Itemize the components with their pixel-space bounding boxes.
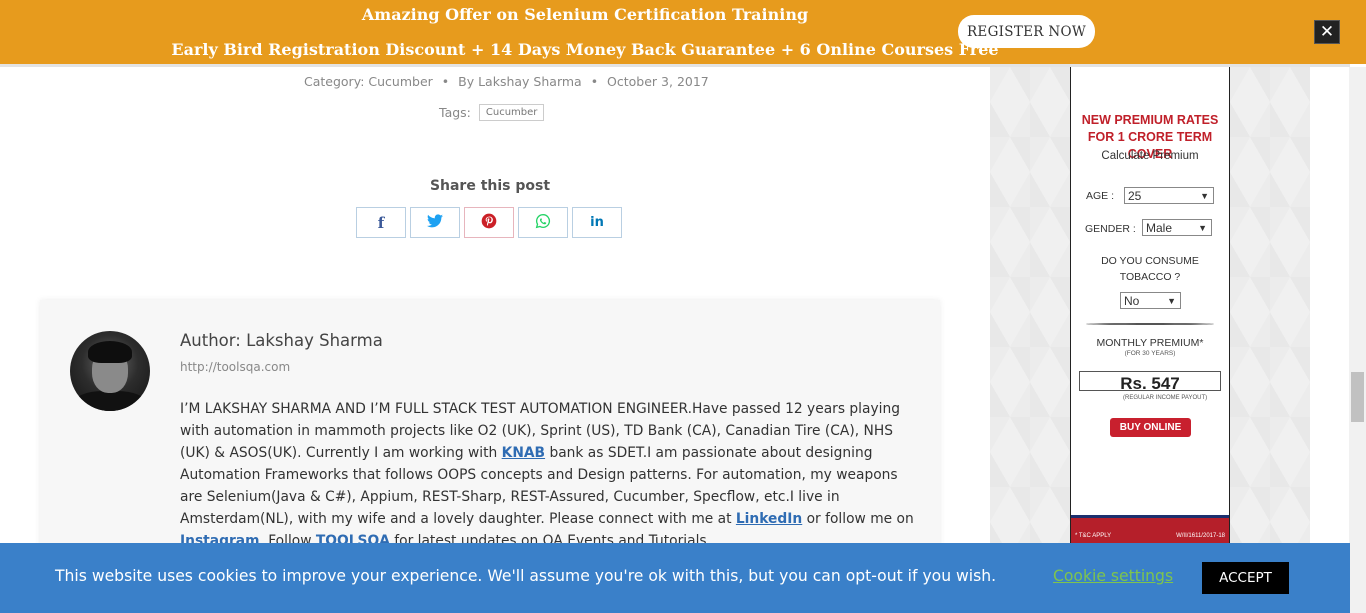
- ad-headline-line: NEW PREMIUM RATES: [1081, 113, 1219, 127]
- author-website-link[interactable]: http://toolsqa.com: [180, 360, 290, 374]
- twitter-icon: [427, 213, 443, 232]
- page: Amazing Offer on Selenium Certification …: [0, 0, 1366, 613]
- scrollbar-thumb[interactable]: [1351, 372, 1364, 422]
- share-whatsapp-button[interactable]: [518, 207, 568, 238]
- scrollbar-track[interactable]: [1349, 67, 1366, 613]
- author-bio: I’M LAKSHAY SHARMA AND I’M FULL STACK TE…: [180, 398, 920, 552]
- close-icon[interactable]: ✕: [1314, 20, 1340, 44]
- post-tags: Tags: Cucumber: [439, 104, 545, 121]
- whatsapp-icon: [535, 213, 551, 233]
- ad-gender-value: Male: [1146, 220, 1173, 235]
- ad-monthly-label: MONTHLY PREMIUM*: [1096, 337, 1204, 349]
- tags-label: Tags:: [439, 105, 471, 120]
- ad-payout-label: (REGULAR INCOME PAYOUT): [1123, 395, 1208, 401]
- category-label: Category:: [304, 74, 365, 89]
- ad-code-label: W/II/1611/2017-18: [1176, 533, 1225, 539]
- knab-link[interactable]: KNAB: [502, 445, 545, 461]
- ad-premium-amount: Rs. 547: [1079, 371, 1221, 391]
- facebook-icon: f: [377, 213, 385, 232]
- cookie-message: This website uses cookies to improve you…: [55, 567, 997, 585]
- banner-divider: [0, 64, 1350, 67]
- share-linkedin-button[interactable]: in: [572, 207, 622, 238]
- ad-tobacco-select[interactable]: No ▼: [1120, 292, 1181, 309]
- share-pinterest-button[interactable]: [464, 207, 514, 238]
- ad-calculate-label: Calculate Premium: [1101, 150, 1199, 162]
- ad-years-label: (FOR 30 YEARS): [1124, 350, 1176, 357]
- chevron-down-icon: ▼: [1167, 295, 1176, 306]
- chevron-down-icon: ▼: [1198, 222, 1207, 233]
- ad-tobacco-value: No: [1124, 293, 1140, 308]
- cookie-accept-button[interactable]: ACCEPT: [1202, 562, 1289, 594]
- register-now-button[interactable]: REGISTER NOW: [958, 15, 1095, 48]
- cookie-settings-link[interactable]: Cookie settings: [1053, 567, 1173, 585]
- tag-cucumber[interactable]: Cucumber: [478, 104, 545, 121]
- post-date[interactable]: October 3, 2017: [607, 74, 709, 89]
- author-name: Author: Lakshay Sharma: [180, 331, 383, 350]
- ad-divider: [1086, 323, 1214, 325]
- ad-gender-select[interactable]: Male ▼: [1142, 219, 1212, 236]
- author-avatar: [70, 331, 150, 411]
- meta-separator: •: [441, 74, 450, 89]
- ad-footer: [1071, 515, 1229, 545]
- avatar-shoulders: [74, 391, 146, 411]
- ad-age-label: AGE :: [1086, 190, 1115, 202]
- promo-banner: Amazing Offer on Selenium Certification …: [0, 0, 1366, 64]
- ad-tobacco-label: DO YOU CONSUME TOBACCO ?: [1071, 253, 1229, 285]
- ad-tobacco-line: DO YOU CONSUME: [1101, 255, 1199, 267]
- linkedin-link[interactable]: LinkedIn: [736, 511, 802, 527]
- share-title: Share this post: [429, 178, 551, 194]
- ad-age-select[interactable]: 25 ▼: [1124, 187, 1214, 204]
- chevron-down-icon: ▼: [1200, 190, 1209, 201]
- share-facebook-button[interactable]: f: [356, 207, 406, 238]
- post-meta: Category: Cucumber • By Lakshay Sharma •…: [304, 74, 709, 89]
- author-prefix: By: [458, 74, 475, 89]
- meta-separator: •: [590, 74, 599, 89]
- ad-tc-label: * T&C APPLY: [1075, 533, 1112, 539]
- avatar-hair: [88, 341, 132, 363]
- insurance-ad[interactable]: NEW PREMIUM RATES FOR 1 CRORE TERM COVER…: [1070, 67, 1230, 545]
- pinterest-icon: [481, 213, 497, 233]
- bio-text: or follow me on: [802, 511, 914, 527]
- share-twitter-button[interactable]: [410, 207, 460, 238]
- ad-gender-label: GENDER :: [1085, 223, 1136, 235]
- cookie-banner: This website uses cookies to improve you…: [0, 543, 1350, 613]
- ad-age-value: 25: [1128, 188, 1142, 203]
- buy-online-button[interactable]: BUY ONLINE: [1110, 418, 1191, 437]
- author-link[interactable]: Lakshay Sharma: [478, 74, 582, 89]
- category-link[interactable]: Cucumber: [368, 74, 432, 89]
- ad-tobacco-line: TOBACCO ?: [1119, 271, 1181, 283]
- share-buttons: f in: [356, 207, 622, 238]
- linkedin-icon: in: [590, 215, 604, 230]
